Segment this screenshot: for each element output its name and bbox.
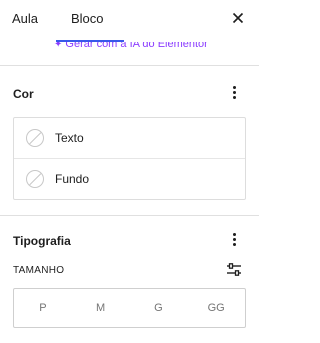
panel-tabs: Aula Bloco (0, 0, 259, 42)
font-size-option-p[interactable]: P (14, 289, 72, 327)
color-list: Texto Fundo (13, 117, 246, 200)
sliders-icon[interactable] (226, 263, 242, 277)
close-icon[interactable] (230, 10, 246, 26)
ai-generate-link[interactable]: ✦ Gerar com a IA do Elementor (54, 42, 208, 51)
divider (0, 65, 259, 66)
font-size-option-g[interactable]: G (130, 289, 188, 327)
font-size-picker: P M G GG (13, 288, 246, 328)
font-size-label: TAMANHO (13, 265, 65, 276)
color-options-icon[interactable] (230, 85, 240, 101)
ai-link-label: Gerar com a IA do Elementor (65, 42, 208, 50)
divider (0, 215, 259, 216)
color-item-label: Fundo (55, 172, 90, 186)
font-size-option-m[interactable]: M (72, 289, 130, 327)
typography-options-icon[interactable] (230, 232, 240, 248)
font-size-option-gg[interactable]: GG (187, 289, 245, 327)
color-item-label: Texto (55, 131, 84, 145)
empty-color-swatch-icon (26, 129, 44, 147)
color-section-title: Cor (13, 87, 34, 101)
tab-aula[interactable]: Aula (12, 11, 38, 26)
color-item-texto[interactable]: Texto (14, 118, 245, 159)
tab-bloco[interactable]: Bloco (71, 11, 104, 26)
sparkle-icon: ✦ (54, 42, 63, 50)
color-item-fundo[interactable]: Fundo (14, 159, 245, 200)
ai-link-clip: ✦ Gerar com a IA do Elementor (0, 42, 259, 54)
empty-color-swatch-icon (26, 170, 44, 188)
typography-section-title: Tipografia (13, 234, 71, 248)
